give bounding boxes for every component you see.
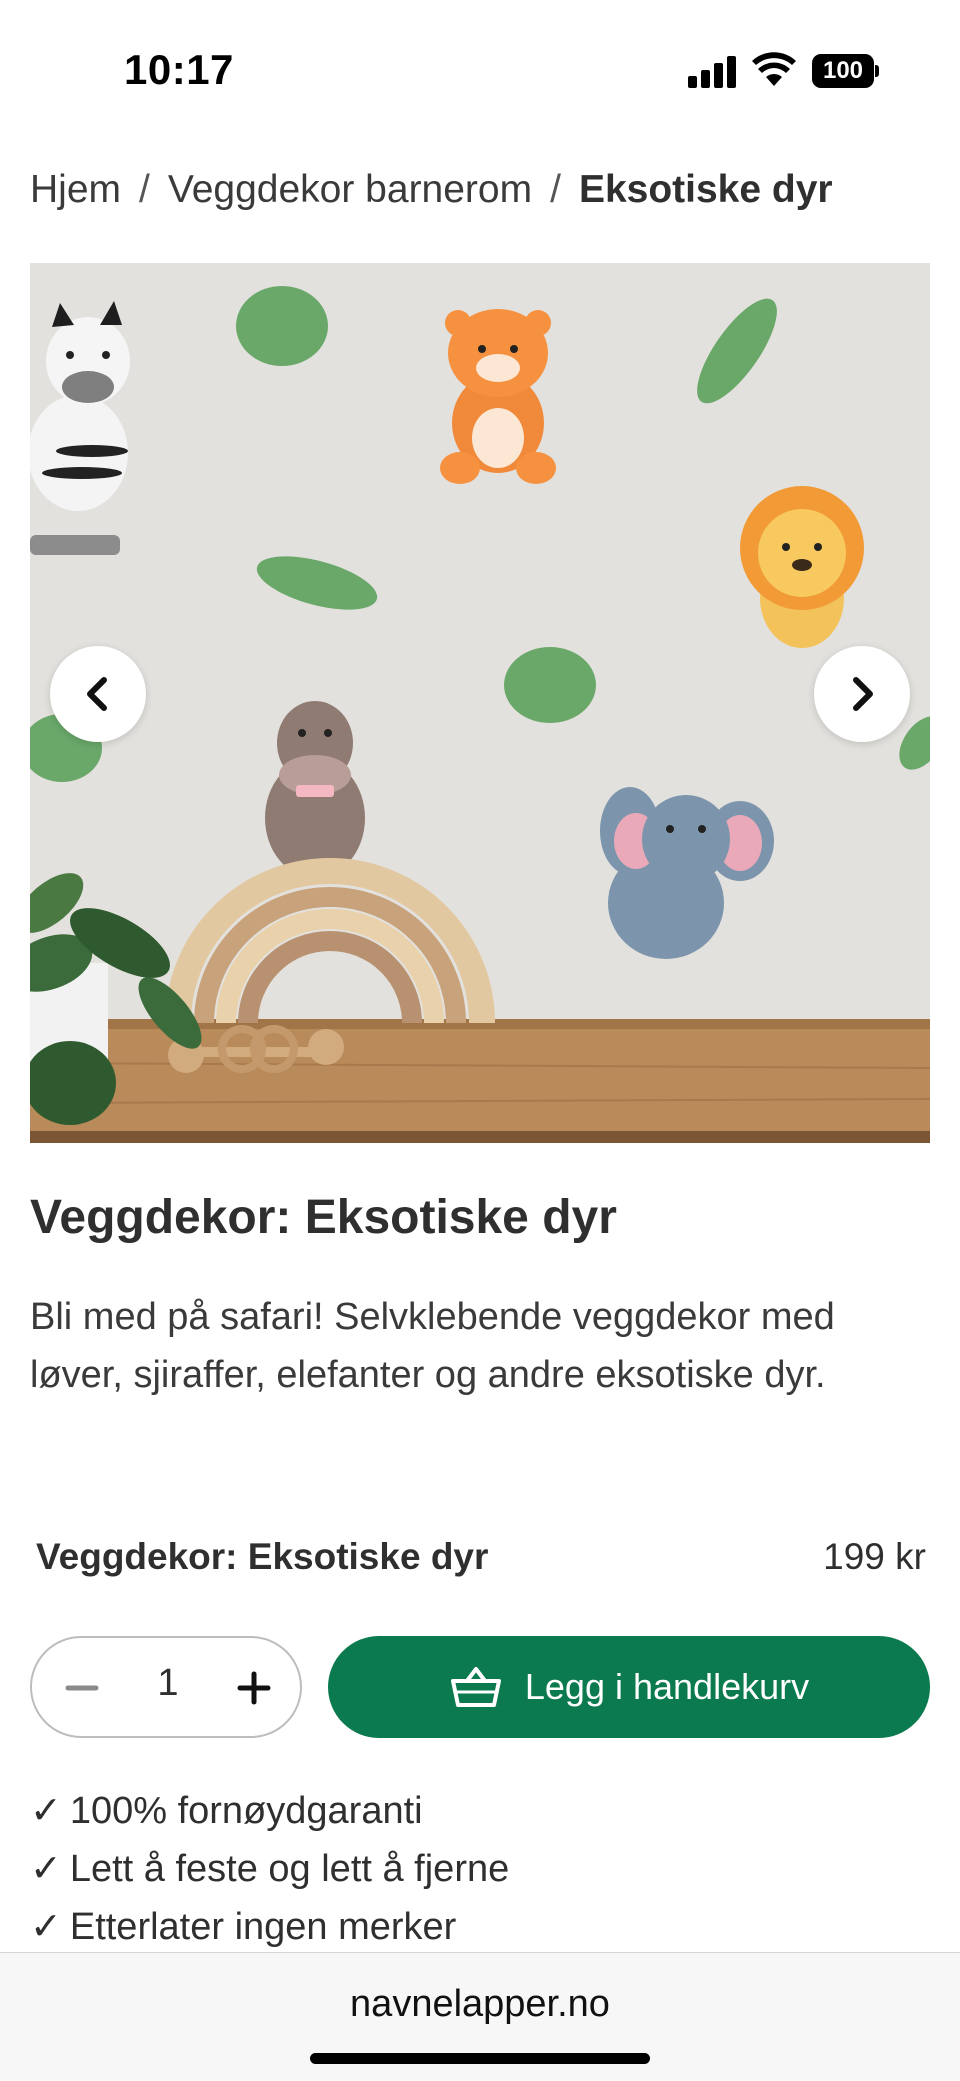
carousel-next-button[interactable] xyxy=(814,646,910,742)
status-time: 10:17 xyxy=(124,46,234,93)
product-image xyxy=(30,263,930,1143)
add-to-cart-button[interactable]: Legg i handlekurv xyxy=(328,1636,930,1738)
product-title: Veggdekor: Eksotiske dyr xyxy=(30,1191,617,1244)
benefit-item: ✓ 100% fornøydgaranti xyxy=(30,1790,423,1832)
variant-row: Veggdekor: Eksotiske dyr 199 kr xyxy=(36,1536,926,1586)
breadcrumb-separator: / xyxy=(550,168,561,211)
breadcrumb-home-link[interactable]: Hjem xyxy=(30,168,121,211)
quantity-decrease-button[interactable] xyxy=(54,1660,110,1716)
add-to-cart-label: Legg i handlekurv xyxy=(524,1666,810,1707)
product-image-carousel[interactable] xyxy=(30,263,930,1143)
breadcrumb: Hjem / Veggdekor barnerom / Eksotiske dyr xyxy=(30,168,833,212)
quantity-value[interactable]: 1 xyxy=(130,1662,206,1705)
minus-icon xyxy=(65,1685,99,1691)
checkmark-icon: ✓ xyxy=(30,1848,62,1890)
quantity-stepper: 1 xyxy=(30,1636,302,1738)
home-indicator[interactable] xyxy=(310,2053,650,2064)
breadcrumb-separator: / xyxy=(139,168,150,211)
basket-icon xyxy=(450,1667,501,1707)
checkmark-icon: ✓ xyxy=(30,1790,62,1832)
carousel-prev-button[interactable] xyxy=(50,646,146,742)
breadcrumb-current: Eksotiske dyr xyxy=(578,168,833,211)
plus-icon xyxy=(237,1671,271,1705)
cellular-signal-icon xyxy=(688,56,738,88)
checkmark-icon: ✓ xyxy=(30,1906,62,1948)
product-description: Bli med på safari! Selvklebende veggdeko… xyxy=(30,1296,835,1396)
browser-address-bar[interactable]: navnelapper.no xyxy=(0,1952,960,2081)
benefit-item: ✓ Lett å feste og lett å fjerne xyxy=(30,1848,510,1890)
benefit-item: ✓ Etterlater ingen merker xyxy=(30,1906,457,1948)
status-bar: 10:17 100 xyxy=(0,0,960,140)
quantity-increase-button[interactable] xyxy=(226,1660,282,1716)
benefits-list: ✓ 100% fornøydgaranti ✓ Lett å feste og le… xyxy=(30,1782,509,1956)
wifi-icon xyxy=(752,52,796,86)
browser-url[interactable]: navnelapper.no xyxy=(0,1983,960,2026)
breadcrumb-category-link[interactable]: Veggdekor barnerom xyxy=(168,168,532,211)
product-price: 199 kr xyxy=(823,1536,926,1577)
battery-icon: 100 xyxy=(812,54,880,88)
battery-level: 100 xyxy=(812,54,874,88)
chevron-right-icon xyxy=(853,677,873,711)
chevron-left-icon xyxy=(87,677,107,711)
variant-name: Veggdekor: Eksotiske dyr xyxy=(36,1536,489,1577)
